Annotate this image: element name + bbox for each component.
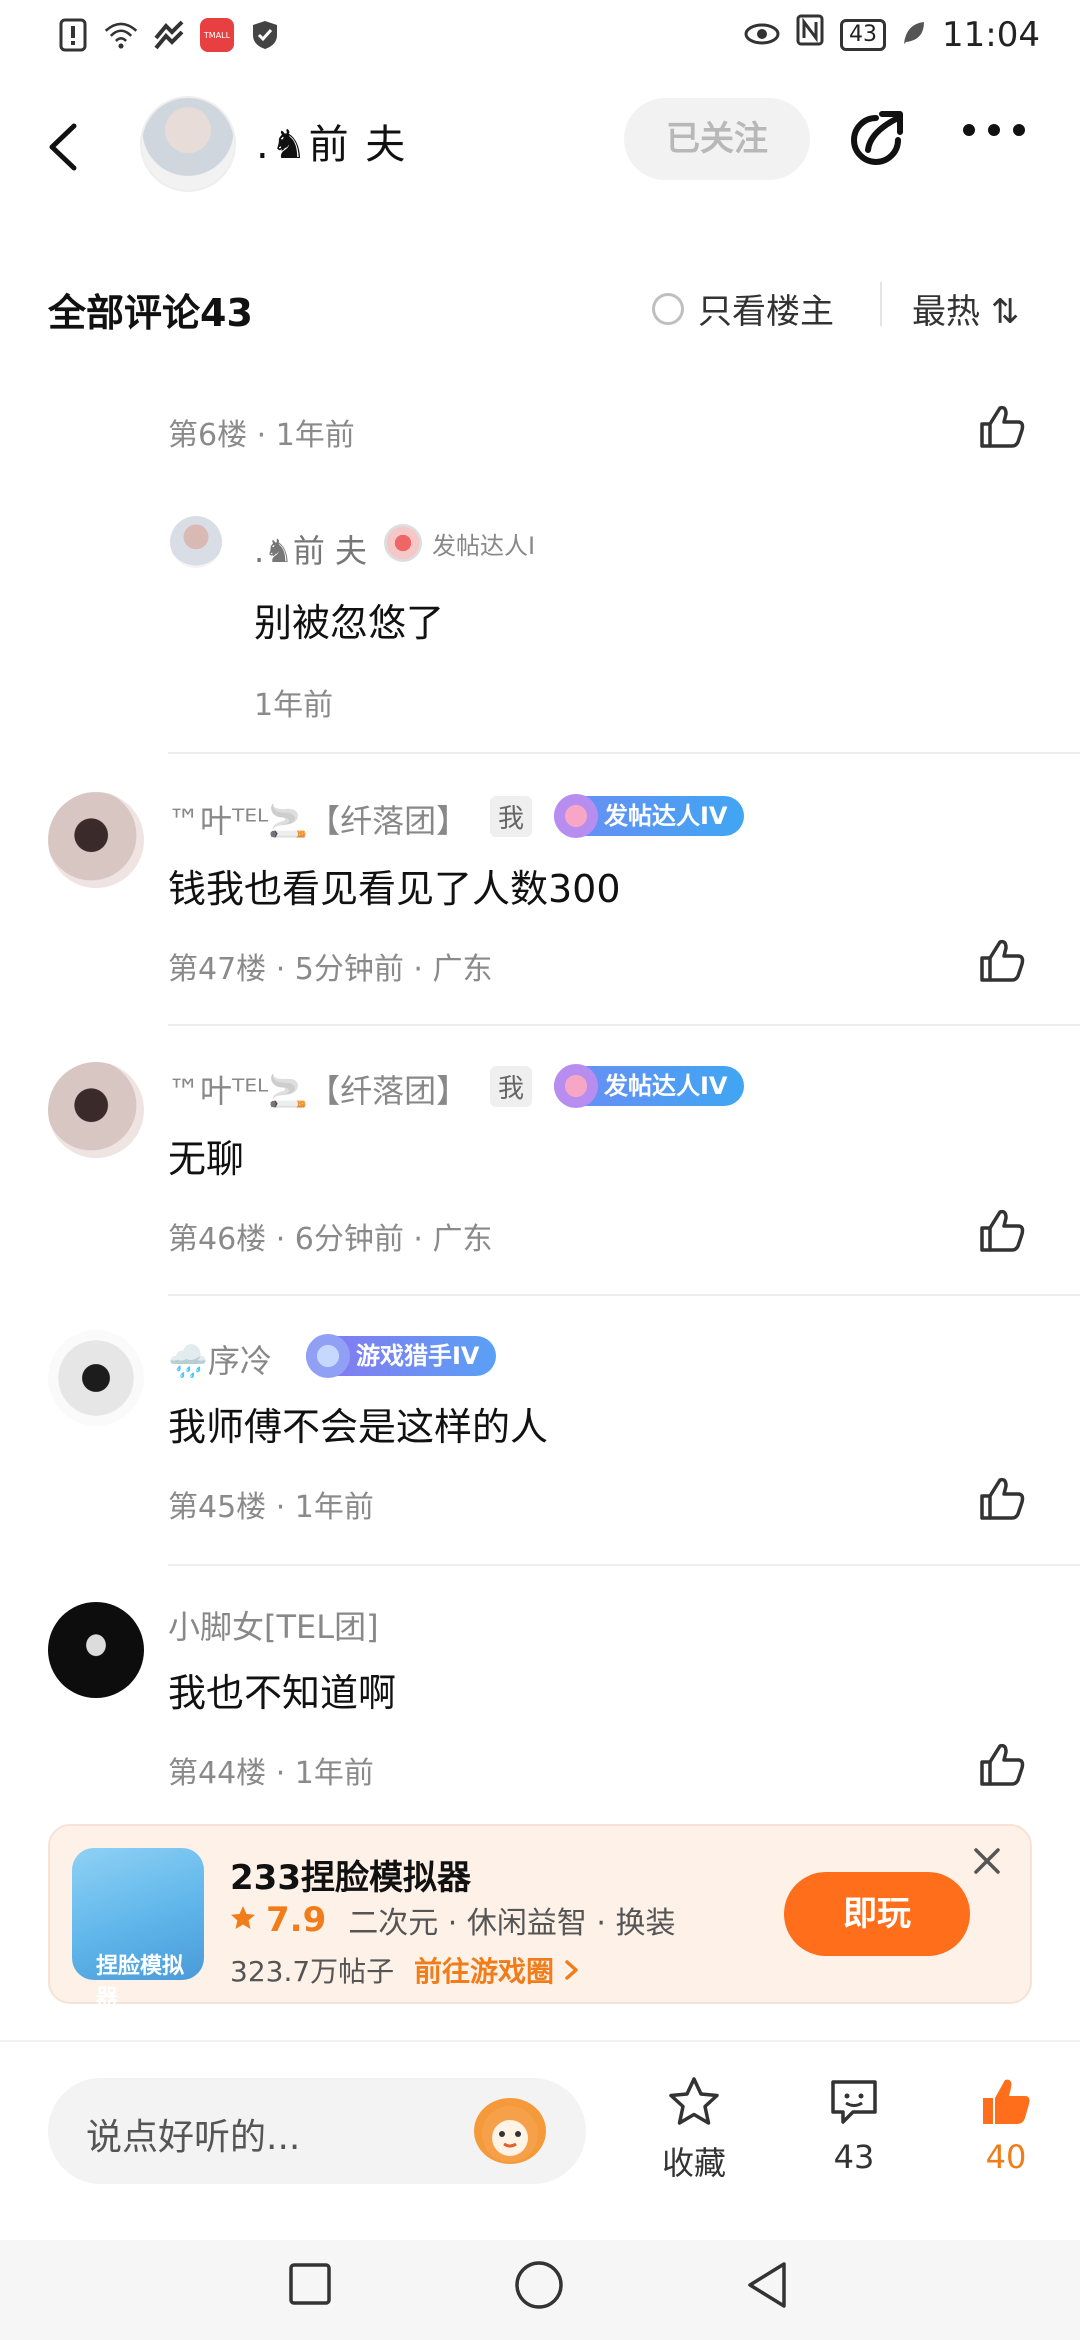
star-icon xyxy=(230,1905,256,1935)
home-button[interactable] xyxy=(514,2260,564,2314)
badge-icon xyxy=(554,794,598,838)
divider xyxy=(168,752,1080,754)
reply-avatar[interactable] xyxy=(170,516,222,568)
close-icon[interactable] xyxy=(972,1846,1002,1880)
comment-text: 钱我也看见看见了人数300 xyxy=(168,867,621,911)
comment-bubble-icon xyxy=(827,2080,881,2132)
like-icon[interactable] xyxy=(978,404,1026,454)
system-navigation-bar xyxy=(0,2240,1080,2340)
like-button[interactable]: 40 xyxy=(946,2076,1066,2176)
commenter-name[interactable]: ™叶ᵀᴱᴸ🚬【纤落团】 xyxy=(168,1066,468,1112)
badge-label: 发帖达人IV xyxy=(604,802,728,830)
badge-label: 游戏猎手IV xyxy=(356,1342,480,1370)
author-name[interactable]: .♞前 夫 xyxy=(256,112,407,170)
only-owner-toggle[interactable]: 只看楼主 xyxy=(652,284,834,333)
status-bar: TMALL 43 11:04 xyxy=(0,0,1080,76)
comment-text: 我师傅不会是这样的人 xyxy=(168,1405,549,1449)
badge-label: 发帖达人IV xyxy=(604,1072,728,1100)
header-divider xyxy=(880,282,882,326)
game-score: 7.9 xyxy=(266,1900,327,1940)
like-count: 40 xyxy=(985,2138,1027,2176)
commenter-name[interactable]: ™叶ᵀᴱᴸ🚬【纤落团】 xyxy=(168,796,468,842)
like-icon[interactable] xyxy=(978,1476,1026,1526)
comment-count: 43 xyxy=(833,2138,875,2176)
badge-icon xyxy=(554,1064,598,1108)
commenter-name[interactable]: 小脚女[TEL团] xyxy=(168,1602,379,1648)
like-icon[interactable] xyxy=(978,1742,1026,1792)
comment-text: 我也不知道啊 xyxy=(168,1671,397,1715)
level-badge: 发帖达人IV xyxy=(554,794,744,838)
floor-meta: 第6楼 · 1年前 xyxy=(168,418,355,453)
back-button[interactable] xyxy=(46,122,80,176)
follow-button[interactable]: 已关注 xyxy=(624,98,810,180)
leaf-icon xyxy=(902,15,926,55)
like-icon[interactable] xyxy=(978,1208,1026,1258)
commenter-avatar[interactable] xyxy=(48,1602,144,1698)
reply-text: 别被忽悠了 xyxy=(254,601,445,645)
go-to-game-circle-link[interactable]: 前往游戏圈 xyxy=(414,1950,580,1990)
reply-time: 1年前 xyxy=(254,688,334,723)
star-outline-icon xyxy=(667,2077,721,2132)
comments-title: 全部评论43 xyxy=(48,291,253,335)
sim-alert-icon xyxy=(56,18,90,52)
nfc-icon xyxy=(796,14,824,55)
level-badge: 发帖达人IV xyxy=(554,1064,744,1108)
comment-meta: 第45楼 · 1年前 xyxy=(168,1490,374,1525)
data-saver-icon xyxy=(152,18,186,52)
game-post-count: 323.7万帖子 xyxy=(230,1955,395,1988)
level-badge: 游戏猎手IV xyxy=(306,1334,496,1378)
author-avatar[interactable] xyxy=(140,96,236,192)
only-owner-label: 只看楼主 xyxy=(698,292,834,332)
comment-meta: 第44楼 · 1年前 xyxy=(168,1756,374,1791)
game-rating: 7.9 二次元 · 休闲益智 · 换装 xyxy=(230,1898,675,1942)
game-title[interactable]: 233捏脸模拟器 xyxy=(230,1850,471,1899)
tmall-app-icon: TMALL xyxy=(200,18,234,52)
eye-comfort-icon xyxy=(744,15,780,55)
badge-icon xyxy=(384,524,422,562)
game-tags: 二次元 · 休闲益智 · 换装 xyxy=(348,1906,676,1941)
mascot-emoji-icon[interactable] xyxy=(474,2098,546,2164)
favorite-button[interactable]: 收藏 xyxy=(634,2076,754,2184)
wifi-icon xyxy=(104,18,138,52)
me-tag: 我 xyxy=(490,796,533,837)
reply-badge: 发帖达人I xyxy=(384,524,535,562)
commenter-avatar[interactable] xyxy=(48,792,144,888)
commenter-avatar[interactable] xyxy=(48,1330,144,1426)
chevron-right-icon xyxy=(564,1955,580,1988)
commenter-name[interactable]: 🌧️序冷 xyxy=(168,1336,272,1382)
comment-meta: 第47楼 · 5分钟前 · 广东 xyxy=(168,952,493,987)
comment-count-button[interactable]: 43 xyxy=(794,2076,914,2176)
divider xyxy=(168,1024,1080,1026)
game-cover-label: 捏脸模拟器 xyxy=(96,1954,185,2011)
favorite-label: 收藏 xyxy=(661,2144,726,2182)
shield-icon xyxy=(248,18,282,52)
like-icon[interactable] xyxy=(978,938,1026,988)
more-options-icon[interactable] xyxy=(962,122,1026,141)
back-nav-button[interactable] xyxy=(744,2260,790,2314)
divider xyxy=(168,1564,1080,1566)
comment-text: 无聊 xyxy=(168,1137,245,1181)
go-label: 前往游戏圈 xyxy=(414,1955,555,1988)
recent-apps-button[interactable] xyxy=(288,2262,332,2310)
game-cover-image[interactable]: 捏脸模拟器 xyxy=(72,1848,204,2011)
badge-icon xyxy=(306,1334,350,1378)
sort-hot-button[interactable]: 最热 ⇅ xyxy=(912,284,1019,333)
battery-indicator: 43 xyxy=(840,18,887,51)
commenter-avatar[interactable] xyxy=(48,1062,144,1158)
share-icon[interactable] xyxy=(846,110,908,176)
me-tag: 我 xyxy=(490,1066,533,1107)
comment-input[interactable]: 说点好听的... xyxy=(48,2078,586,2184)
comment-input-placeholder: 说点好听的... xyxy=(86,2117,301,2158)
clock: 11:04 xyxy=(942,14,1040,55)
thumbs-up-filled-icon xyxy=(979,2079,1033,2132)
comment-meta: 第46楼 · 6分钟前 · 广东 xyxy=(168,1222,493,1257)
bottom-action-bar: 说点好听的... 收藏 43 40 xyxy=(0,2040,1080,2242)
play-now-button[interactable]: 即玩 xyxy=(784,1872,970,1956)
divider xyxy=(168,1294,1080,1296)
radio-icon[interactable] xyxy=(652,292,684,325)
game-ad-card[interactable]: 捏脸模拟器 233捏脸模拟器 7.9 二次元 · 休闲益智 · 换装 323.7… xyxy=(48,1824,1032,2011)
badge-label: 发帖达人I xyxy=(432,531,536,560)
post-header: .♞前 夫 已关注 xyxy=(0,92,1080,202)
reply-author-name[interactable]: .♞前 夫 xyxy=(254,526,367,572)
